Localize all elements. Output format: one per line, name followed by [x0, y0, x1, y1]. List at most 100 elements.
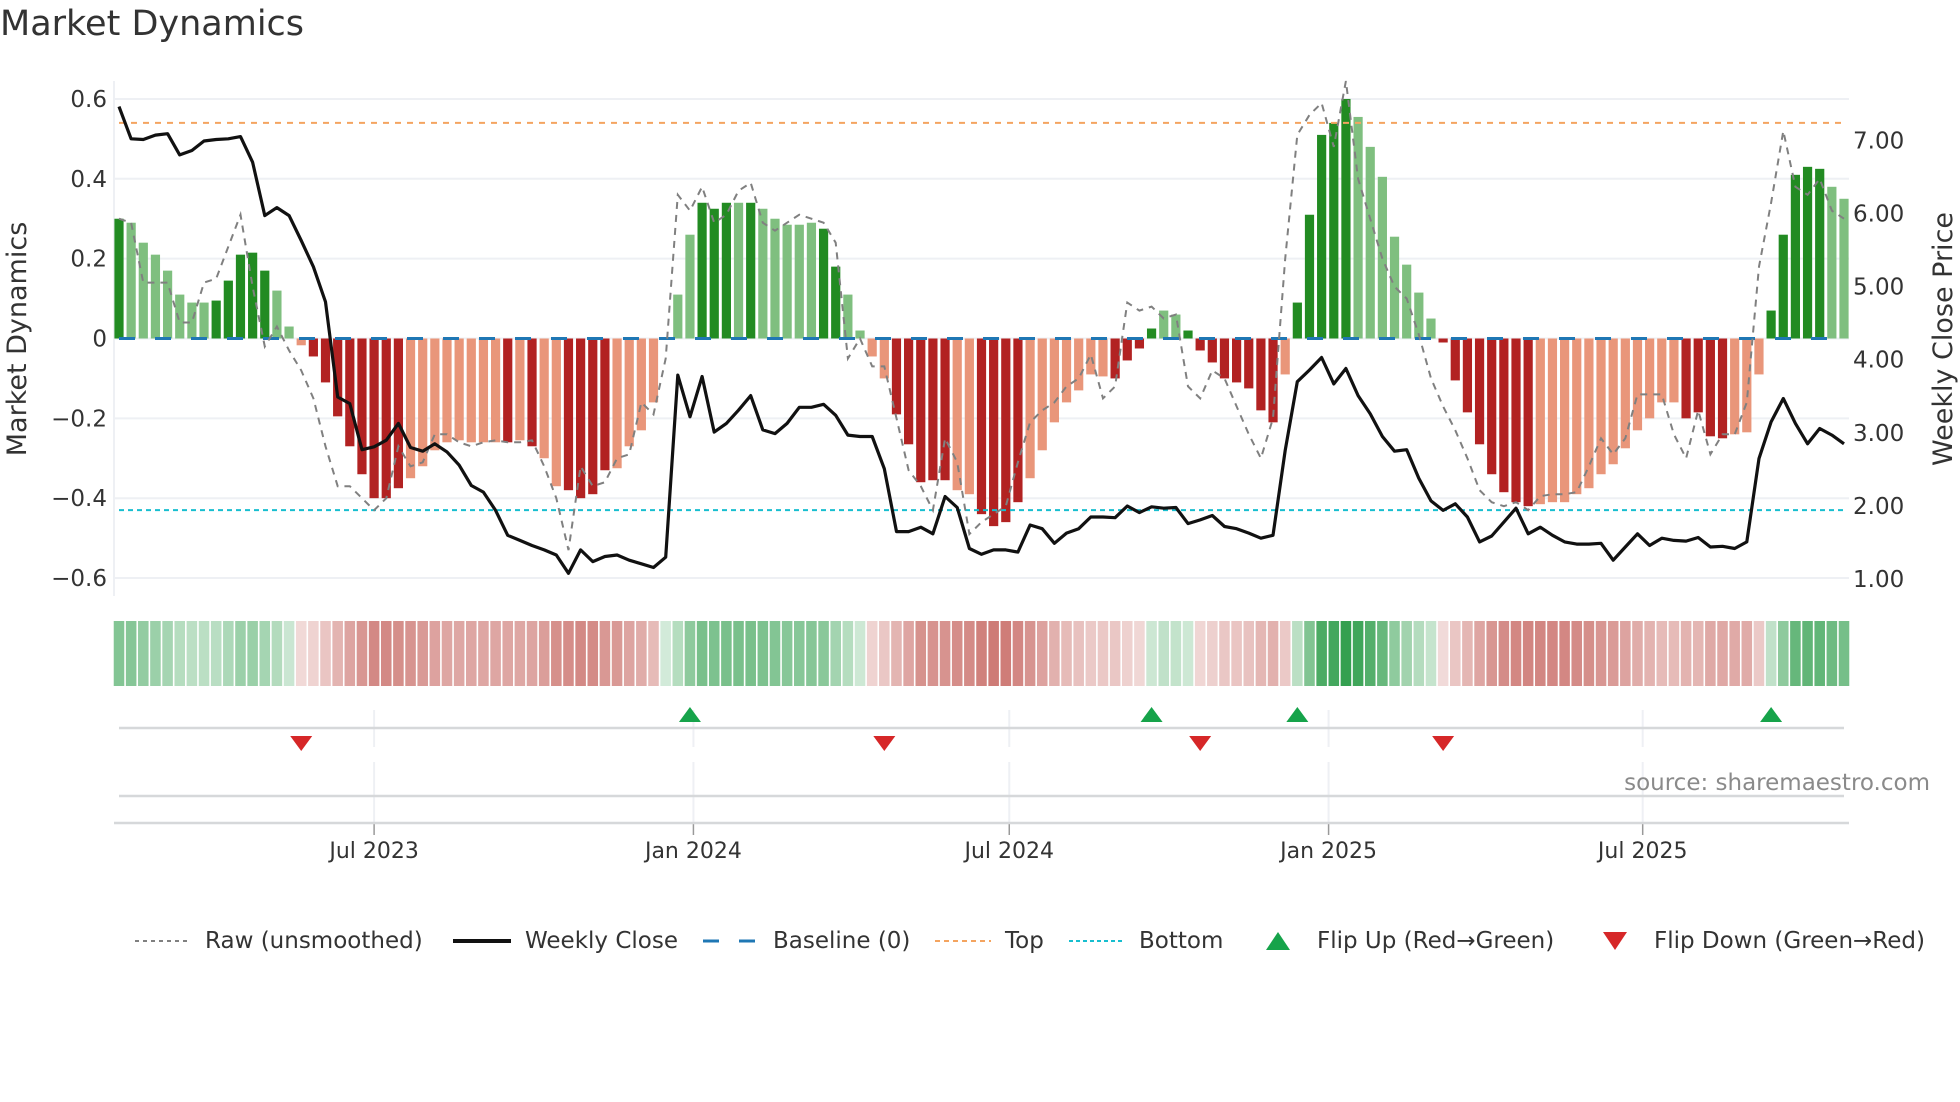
- heatmap-cell: [1401, 621, 1412, 686]
- heatmap-cell: [1802, 621, 1813, 686]
- heatmap-cell: [1413, 621, 1425, 686]
- legend-item-flip-up: Flip Up (Red→Green): [1265, 924, 1554, 958]
- dynamics-bar: [1790, 174, 1801, 339]
- heatmap-cell: [125, 621, 137, 686]
- dynamics-bar: [418, 338, 428, 467]
- heatmap-cell: [1000, 621, 1012, 686]
- heatmap-cell: [150, 621, 161, 686]
- heatmap-cell: [356, 621, 368, 686]
- dynamics-bar: [393, 338, 404, 489]
- dynamics-bar: [1717, 338, 1728, 439]
- flip-down-marker: [873, 736, 896, 751]
- y2-tick-label: 5.00: [1853, 275, 1904, 301]
- dynamics-bar: [1438, 338, 1448, 343]
- heatmap-cell: [988, 621, 999, 686]
- dynamics-bar: [478, 338, 489, 443]
- dynamics-bar: [818, 228, 829, 339]
- legend-item-bottom: Bottom: [1069, 924, 1223, 958]
- flip-up-marker: [678, 707, 701, 722]
- heatmap-cell: [271, 621, 283, 686]
- heatmap-cell: [1267, 621, 1279, 686]
- dynamics-bar: [1365, 146, 1375, 339]
- heatmap-cell: [587, 621, 599, 686]
- heatmap-cell: [1425, 621, 1437, 686]
- heatmap-cell: [599, 621, 611, 686]
- heatmap-cell: [210, 621, 222, 686]
- dynamics-bar: [1742, 338, 1752, 433]
- heatmap-cell: [660, 621, 671, 686]
- heatmap-cell: [1680, 621, 1692, 686]
- heatmap-cell: [1632, 621, 1643, 686]
- legend-label: Bottom: [1139, 928, 1224, 954]
- heatmap-cell: [1097, 621, 1109, 686]
- triangle-up-icon: [1266, 932, 1290, 950]
- dynamics-bar: [1474, 338, 1485, 445]
- dynamics-bar: [1754, 338, 1764, 375]
- dynamics-bar: [235, 254, 246, 339]
- dynamics-bar: [1025, 338, 1035, 479]
- legend-item-top: Top: [935, 924, 1044, 958]
- y2-tick-label: 6.00: [1853, 201, 1904, 227]
- dynamics-bar: [1207, 338, 1217, 363]
- dynamics-bar: [806, 222, 817, 339]
- x-tick-label: Jul 2025: [1596, 839, 1688, 864]
- heatmap-cell: [1510, 621, 1522, 686]
- heatmap-cell: [1024, 621, 1036, 686]
- dynamics-bar: [904, 338, 914, 445]
- heatmap-cell: [611, 621, 623, 686]
- dynamics-bar: [1426, 318, 1436, 339]
- dynamics-bar: [284, 326, 294, 339]
- dynamics-bar: [1183, 330, 1193, 339]
- dynamics-bars: [114, 98, 1849, 527]
- heatmap-cell: [138, 621, 149, 686]
- heatmap-cell: [781, 621, 793, 686]
- heatmap-cell: [1364, 621, 1376, 686]
- dynamics-bar: [1280, 338, 1290, 375]
- dynamics-bar: [114, 218, 124, 339]
- dynamics-bar: [1219, 338, 1230, 379]
- heatmap-cell: [964, 621, 975, 686]
- solid-line-icon: [453, 939, 511, 943]
- dynamics-bar: [199, 302, 209, 339]
- heatmap-cell: [223, 621, 234, 686]
- heatmap-cell: [1243, 621, 1255, 686]
- heatmap-cell: [1085, 621, 1097, 686]
- dynamics-bar: [138, 242, 148, 339]
- heatmap-cell: [769, 621, 781, 686]
- dynamics-bar: [527, 338, 537, 447]
- dynamics-bar: [1766, 310, 1776, 339]
- heatmap-cell: [672, 621, 684, 686]
- heatmap-cell: [1219, 621, 1230, 686]
- heatmap-cell: [393, 621, 404, 686]
- heatmap-cell: [538, 621, 550, 686]
- dynamics-bar: [1657, 338, 1667, 403]
- dynamics-bar: [1632, 338, 1643, 431]
- heatmap-cell: [696, 621, 708, 686]
- dynamics-bar: [1450, 338, 1460, 381]
- dynamics-bar: [576, 338, 586, 499]
- dashed-line-icon: [935, 940, 991, 942]
- heatmap-cell: [1583, 621, 1595, 686]
- heatmap-cell: [927, 621, 939, 686]
- heatmap-cell: [502, 621, 514, 686]
- dynamics-bar: [1669, 338, 1679, 403]
- heatmap-cell: [405, 621, 416, 686]
- dynamics-bar: [758, 208, 768, 339]
- heatmap-cell: [1158, 621, 1169, 686]
- dynamics-bar: [636, 338, 646, 431]
- dynamics-bar: [490, 338, 501, 443]
- dynamics-bar: [746, 202, 756, 339]
- dynamics-bar: [454, 338, 464, 441]
- heatmap-cell: [332, 621, 343, 686]
- heatmap-cell: [1547, 621, 1558, 686]
- dynamics-bar: [600, 338, 610, 471]
- heatmap-cell: [162, 621, 173, 686]
- heatmap-cell: [1207, 621, 1218, 686]
- y2-axis-title: Weekly Close Price: [1928, 212, 1959, 466]
- dynamics-bar: [1499, 338, 1509, 493]
- heatmap-cell: [1607, 621, 1619, 686]
- x-tick-label: Jan 2025: [1278, 839, 1377, 864]
- dynamics-bar: [794, 224, 804, 339]
- legend-item-flip-down: Flip Down (Green→Red): [1602, 924, 1925, 958]
- heatmap-cell: [794, 621, 805, 686]
